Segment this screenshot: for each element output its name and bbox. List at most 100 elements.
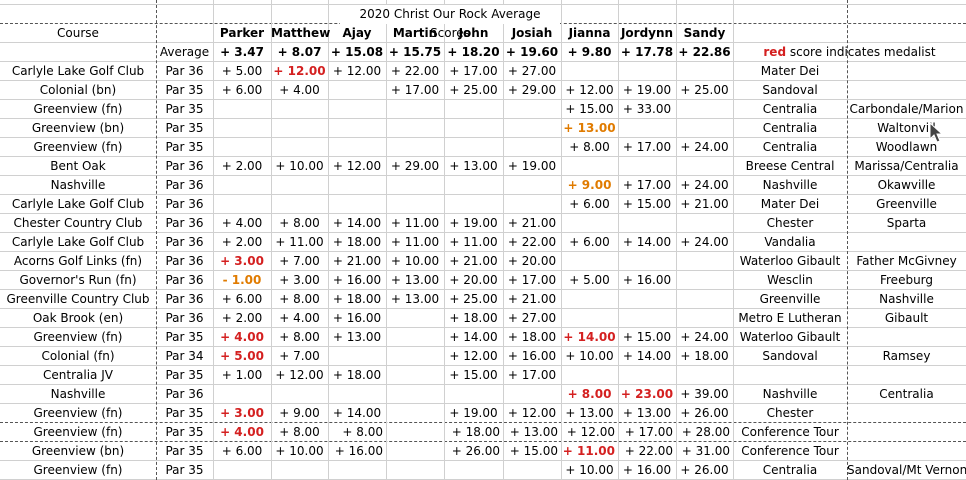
score-cell[interactable]: + 18.00 [328,233,386,252]
score-cell[interactable] [444,195,503,214]
opponent-cell[interactable] [733,366,847,385]
score-cell[interactable]: + 6.00 [213,81,271,100]
score-cell[interactable] [444,176,503,195]
score-cell[interactable]: + 12.00 [444,347,503,366]
score-cell[interactable]: + 17.00 [618,423,676,442]
score-cell[interactable]: + 20.00 [503,252,561,271]
par-cell[interactable]: Par 36 [156,271,213,290]
score-cell[interactable] [444,385,503,404]
score-cell[interactable]: + 10.00 [271,442,328,461]
extra-opponent-cell[interactable] [847,233,966,252]
par-cell[interactable]: Par 36 [156,62,213,81]
score-cell[interactable]: + 15.00 [561,100,618,119]
course-cell[interactable]: Greenview (fn) [0,461,156,480]
par-cell[interactable]: Par 35 [156,119,213,138]
extra-opponent-cell[interactable] [847,81,966,100]
opponent-cell[interactable]: Sandoval [733,81,847,100]
opponent-cell[interactable]: Greenville [733,290,847,309]
score-cell[interactable] [444,461,503,480]
course-cell[interactable]: Carlyle Lake Golf Club [0,62,156,81]
score-cell[interactable] [386,423,444,442]
score-cell[interactable]: + 10.00 [386,252,444,271]
score-cell[interactable] [561,62,618,81]
score-cell[interactable]: + 8.00 [328,423,386,442]
score-cell[interactable] [676,290,733,309]
score-cell[interactable]: + 33.00 [618,100,676,119]
score-cell[interactable] [386,119,444,138]
score-cell[interactable]: + 6.00 [561,233,618,252]
score-cell[interactable] [328,385,386,404]
average-value[interactable]: + 18.20 [444,43,503,62]
score-cell[interactable]: + 11.00 [386,233,444,252]
score-cell[interactable]: + 16.00 [328,442,386,461]
course-cell[interactable]: Greenview (fn) [0,138,156,157]
score-cell[interactable] [676,157,733,176]
score-cell[interactable]: + 9.00 [561,176,618,195]
course-cell[interactable]: Nashville [0,385,156,404]
score-cell[interactable]: + 13.00 [328,328,386,347]
score-cell[interactable] [444,119,503,138]
score-cell[interactable]: + 22.00 [503,233,561,252]
opponent-cell[interactable]: Mater Dei [733,62,847,81]
score-cell[interactable] [328,461,386,480]
score-cell[interactable]: + 24.00 [676,328,733,347]
extra-opponent-cell[interactable] [847,366,966,385]
score-cell[interactable]: + 18.00 [444,309,503,328]
extra-opponent-cell[interactable]: Freeburg [847,271,966,290]
par-cell[interactable]: Par 36 [156,176,213,195]
score-cell[interactable]: + 17.00 [503,366,561,385]
course-cell[interactable]: Greenview (fn) [0,404,156,423]
score-cell[interactable] [386,309,444,328]
player-header[interactable]: Matthew [271,24,330,43]
spreadsheet-grid[interactable]: Course Parker Matthew Ajay Martin John Josiah J… [0,0,966,480]
score-cell[interactable]: + 12.00 [561,423,618,442]
score-cell[interactable]: + 14.00 [328,214,386,233]
score-cell[interactable] [213,385,271,404]
score-cell[interactable] [676,62,733,81]
score-cell[interactable]: + 11.00 [271,233,328,252]
score-cell[interactable]: + 18.00 [328,366,386,385]
score-cell[interactable]: + 5.00 [561,271,618,290]
opponent-cell[interactable]: Vandalia [733,233,847,252]
score-cell[interactable]: + 2.00 [213,233,271,252]
score-cell[interactable]: + 16.00 [618,271,676,290]
score-cell[interactable] [503,195,561,214]
score-cell[interactable] [444,100,503,119]
score-cell[interactable]: + 10.00 [271,157,328,176]
course-cell[interactable]: Acorns Golf Links (fn) [0,252,156,271]
score-cell[interactable] [213,195,271,214]
score-cell[interactable] [503,385,561,404]
par-cell[interactable]: Par 35 [156,328,213,347]
score-cell[interactable] [271,176,328,195]
course-cell[interactable]: Centralia JV [0,366,156,385]
score-cell[interactable]: + 6.00 [561,195,618,214]
score-cell[interactable]: + 13.00 [386,271,444,290]
score-cell[interactable] [676,100,733,119]
score-cell[interactable]: + 29.00 [386,157,444,176]
score-cell[interactable]: + 13.00 [444,157,503,176]
score-cell[interactable]: + 10.00 [561,461,618,480]
par-cell[interactable]: Par 36 [156,290,213,309]
score-cell[interactable] [213,138,271,157]
score-cell[interactable]: + 8.00 [271,423,328,442]
extra-opponent-cell[interactable]: Father McGivney [847,252,966,271]
opponent-cell[interactable]: Sandoval [733,347,847,366]
score-cell[interactable]: + 17.00 [618,176,676,195]
score-cell[interactable] [618,62,676,81]
course-cell[interactable]: Greenview (bn) [0,119,156,138]
score-cell[interactable]: + 18.00 [444,423,503,442]
score-cell[interactable] [561,309,618,328]
par-cell[interactable]: Par 36 [156,214,213,233]
medalist-legend[interactable]: red score indicates medalist [733,43,966,62]
player-header[interactable]: Ajay [328,24,386,43]
score-cell[interactable]: + 25.00 [444,81,503,100]
extra-opponent-cell[interactable]: Woodlawn [847,138,966,157]
score-cell[interactable]: + 39.00 [676,385,733,404]
extra-opponent-cell[interactable]: Sparta [847,214,966,233]
average-label[interactable]: Average [156,43,213,62]
opponent-cell[interactable]: Conference Tour [733,442,847,461]
average-value[interactable]: + 15.75 [386,43,444,62]
score-cell[interactable] [618,309,676,328]
score-cell[interactable]: + 13.00 [561,404,618,423]
score-cell[interactable] [503,461,561,480]
